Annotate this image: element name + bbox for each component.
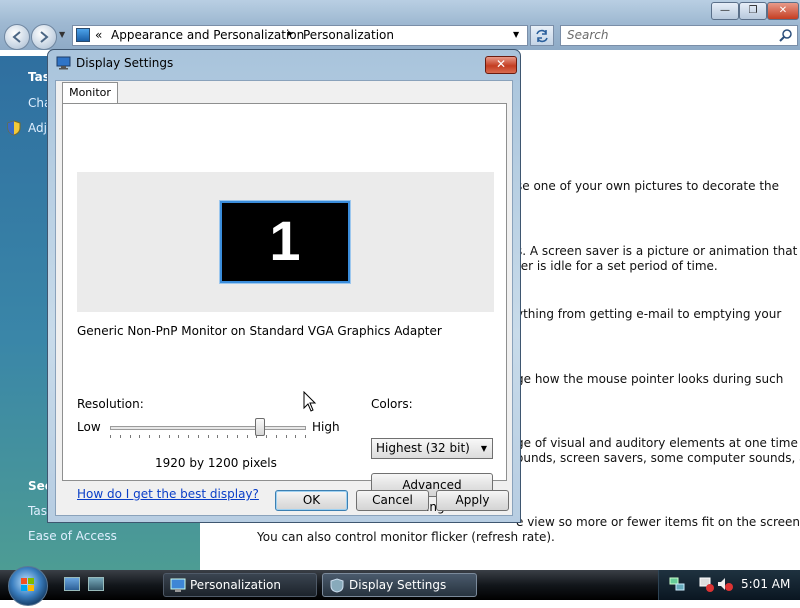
- monitor-description: Generic Non-PnP Monitor on Standard VGA …: [77, 324, 442, 338]
- ok-button[interactable]: OK: [275, 490, 348, 511]
- dropdown-arrow-icon: ▼: [480, 444, 487, 453]
- minimize-button[interactable]: —: [711, 2, 739, 20]
- slider-tick: [227, 435, 228, 438]
- taskbar-item-label: Display Settings: [349, 578, 447, 592]
- colors-label: Colors:: [371, 397, 413, 411]
- mouse-pointer-icon: [303, 391, 317, 412]
- ease-of-access-link[interactable]: Ease of Access: [28, 529, 117, 543]
- breadcrumb-overflow[interactable]: «: [95, 28, 102, 42]
- address-dropdown-icon[interactable]: ▼: [513, 30, 519, 39]
- display-settings-icon: [56, 56, 71, 70]
- slider-tick: [188, 435, 189, 438]
- slider-tick: [120, 435, 121, 438]
- slider-tick: [217, 435, 218, 438]
- slider-tick: [139, 435, 140, 438]
- resolution-high-label: High: [312, 420, 340, 434]
- slider-tick: [237, 435, 238, 438]
- slider-tick: [295, 435, 296, 438]
- best-display-help-link[interactable]: How do I get the best display?: [77, 487, 259, 501]
- system-tray: 5:01 AM: [658, 570, 800, 600]
- back-arrow-icon: [12, 31, 21, 43]
- windows-logo-icon: [21, 578, 34, 591]
- taskbar: Personalization Display Settings 5:01 AM: [0, 566, 800, 606]
- network-disconnected-icon[interactable]: [698, 576, 714, 592]
- search-icon[interactable]: [779, 28, 793, 42]
- breadcrumb-personalization[interactable]: Personalization: [303, 28, 394, 42]
- dialog-title: Display Settings: [76, 56, 174, 70]
- apply-button[interactable]: Apply: [436, 490, 509, 511]
- slider-tick: [286, 435, 287, 438]
- maximize-button[interactable]: ❐: [739, 2, 767, 20]
- display-settings-description-line1: e view so more or fewer items fit on the…: [516, 515, 800, 529]
- switch-windows-icon[interactable]: [88, 577, 104, 591]
- slider-tick: [247, 435, 248, 438]
- monitor-preview-area: 1: [77, 172, 494, 312]
- display-settings-taskbar-icon: [330, 578, 344, 593]
- display-settings-description-line2: You can also control monitor flicker (re…: [257, 530, 555, 544]
- address-bar[interactable]: « Appearance and Personalization ▸ Perso…: [72, 25, 528, 46]
- slider-tick: [266, 435, 267, 438]
- screen-saver-description-line1: s. A screen saver is a picture or animat…: [516, 244, 798, 258]
- slider-tick: [169, 435, 170, 438]
- dialog-close-button[interactable]: ✕: [485, 56, 517, 74]
- search-placeholder: Search: [567, 28, 609, 42]
- volume-muted-icon[interactable]: [716, 576, 734, 592]
- dialog-body: Monitor 1 Generic Non-PnP Monitor on Sta…: [55, 80, 513, 516]
- slider-tick: [130, 435, 131, 438]
- sounds-description: ything from getting e-mail to emptying y…: [516, 307, 782, 321]
- see-also-taskbar-link[interactable]: Tas: [28, 504, 47, 518]
- start-button[interactable]: [8, 566, 48, 606]
- slider-tick: [178, 435, 179, 438]
- colors-selected-value: Highest (32 bit): [376, 441, 470, 455]
- slider-tick: [198, 435, 199, 438]
- breadcrumb-appearance[interactable]: Appearance and Personalization: [111, 28, 304, 42]
- back-button[interactable]: [4, 24, 30, 50]
- taskbar-item-display-settings[interactable]: Display Settings: [322, 573, 477, 597]
- slider-tick: [305, 435, 306, 438]
- control-panel-icon: [76, 28, 90, 42]
- clock[interactable]: 5:01 AM: [741, 577, 790, 591]
- display-settings-dialog: Display Settings ✕ Monitor 1 Generic Non…: [47, 49, 521, 523]
- monitor-1-tile[interactable]: 1: [220, 201, 350, 283]
- resolution-value: 1920 by 1200 pixels: [155, 456, 277, 470]
- network-icon[interactable]: [669, 576, 685, 592]
- refresh-button[interactable]: [530, 25, 554, 46]
- theme-description-line2: ounds, screen savers, some computer soun…: [516, 451, 800, 465]
- resolution-label: Resolution:: [77, 397, 144, 411]
- slider-tick: [276, 435, 277, 438]
- shield-icon: [7, 120, 21, 136]
- slider-tick: [159, 435, 160, 438]
- slider-tick: [110, 435, 111, 438]
- cancel-button[interactable]: Cancel: [356, 490, 429, 511]
- resolution-low-label: Low: [77, 420, 101, 434]
- resolution-slider-thumb[interactable]: [255, 418, 265, 436]
- forward-button[interactable]: [31, 24, 57, 50]
- show-desktop-icon[interactable]: [64, 577, 80, 591]
- refresh-icon: [536, 29, 548, 43]
- forward-arrow-icon: [40, 31, 49, 43]
- slider-tick: [208, 435, 209, 438]
- resolution-slider-track[interactable]: [110, 426, 306, 430]
- desktop-background-description: se one of your own pictures to decorate …: [516, 179, 780, 193]
- colors-dropdown[interactable]: Highest (32 bit) ▼: [371, 438, 493, 459]
- close-button[interactable]: ✕: [767, 2, 799, 20]
- taskbar-item-personalization[interactable]: Personalization: [163, 573, 317, 597]
- theme-description-line1: ge of visual and auditory elements at on…: [516, 436, 798, 450]
- breadcrumb-separator-icon[interactable]: ▸: [288, 28, 293, 39]
- recent-pages-chevron-icon[interactable]: ▼: [59, 30, 65, 39]
- taskbar-item-label: Personalization: [190, 578, 281, 592]
- search-box[interactable]: Search: [560, 25, 798, 46]
- slider-tick: [149, 435, 150, 438]
- tab-monitor[interactable]: Monitor: [62, 82, 118, 104]
- task-link-adjust[interactable]: Adj: [28, 121, 47, 135]
- personalization-icon: [170, 578, 186, 592]
- monitor-tab-panel: 1 Generic Non-PnP Monitor on Standard VG…: [62, 103, 507, 514]
- mouse-pointers-description: ge how the mouse pointer looks during su…: [516, 372, 784, 386]
- screen-saver-description-line2: ter is idle for a set period of time.: [516, 259, 718, 273]
